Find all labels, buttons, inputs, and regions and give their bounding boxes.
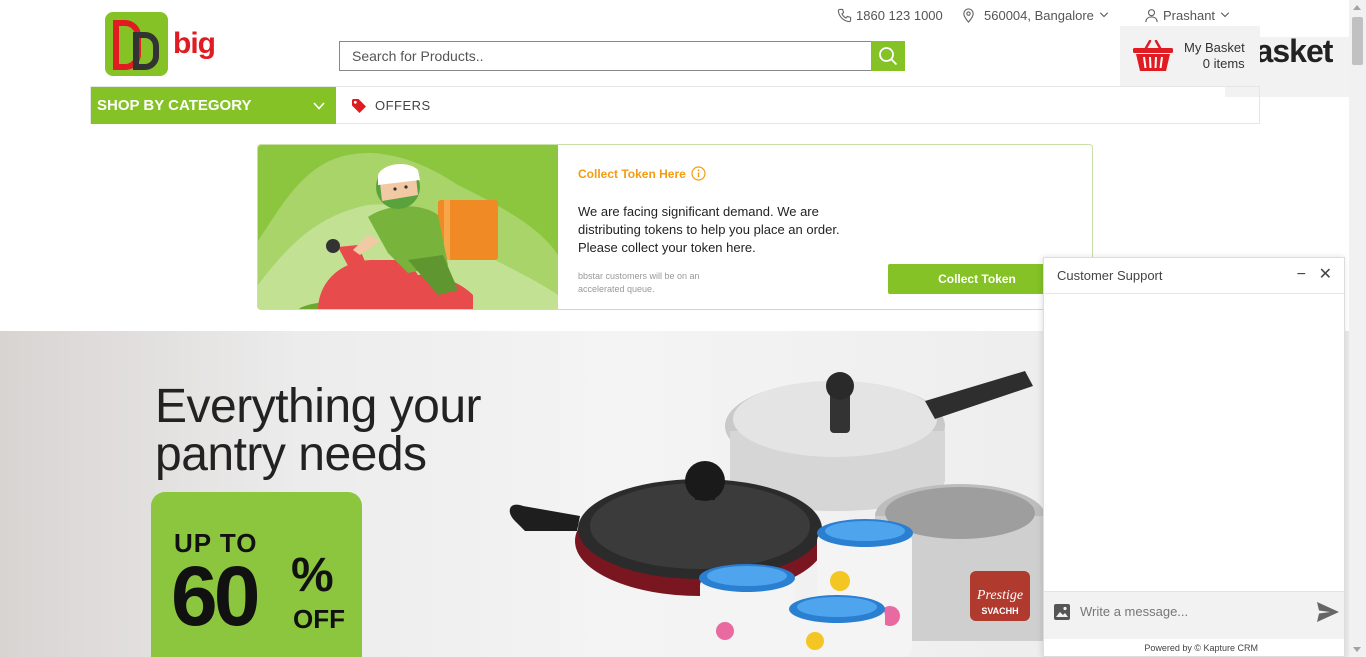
logo-text-big: big [173, 27, 216, 60]
customer-support-chat: Customer Support − ✕ Powered by © Kaptur… [1043, 257, 1345, 657]
shop-by-category-label: SHOP BY CATEGORY [97, 97, 252, 114]
collect-token-button[interactable]: Collect Token [888, 264, 1066, 294]
location-selector[interactable]: 560004, Bangalore [961, 6, 1110, 24]
offers-link[interactable]: OFFERS [351, 87, 431, 124]
token-note: bbstar customers will be on an accelerat… [578, 271, 700, 294]
tag-icon [352, 98, 366, 113]
page: big basket 1860 123 1000 560004, Bangalo… [0, 0, 1366, 657]
discount-badge: UP TO 60 % OFF [151, 492, 362, 657]
user-menu[interactable]: Prashant [1144, 6, 1231, 24]
offers-label: OFFERS [375, 98, 431, 113]
logo-text: big basket [173, 27, 1365, 97]
scroll-down-arrow[interactable] [1353, 647, 1361, 652]
image-attach-icon[interactable] [1053, 603, 1071, 621]
search-button[interactable] [871, 41, 905, 71]
token-banner: Collect Token Here We are facing signifi… [257, 144, 1093, 310]
chat-title: Customer Support [1057, 268, 1163, 283]
basket-count: 0 items [1202, 56, 1245, 71]
search-icon [879, 47, 898, 66]
scroll-up-arrow[interactable] [1353, 5, 1361, 10]
basket-title: My Basket [1184, 40, 1245, 55]
basket-summary: My Basket 0 items [1184, 40, 1245, 72]
category-navbar: SHOP BY CATEGORY OFFERS [90, 86, 1260, 124]
hero-title-line-1: Everything your [155, 380, 482, 433]
page-scrollbar[interactable] [1349, 0, 1366, 657]
token-heading-text: Collect Token Here [578, 166, 686, 181]
chevron-down-icon [313, 102, 325, 110]
discount-value: 60 [171, 549, 260, 643]
cookware-product-image: Prestige SVACHH [509, 371, 1045, 657]
logo-mark [105, 12, 168, 76]
my-basket-button[interactable]: My Basket 0 items [1120, 26, 1260, 86]
user-icon [1145, 8, 1158, 22]
token-heading: Collect Token Here [578, 166, 706, 181]
phone-contact[interactable]: 1860 123 1000 [837, 6, 943, 24]
close-button[interactable]: ✕ [1319, 267, 1332, 283]
location-text: 560004, Bangalore [984, 7, 1094, 23]
search-bar [339, 41, 905, 71]
product-brand: Prestige [976, 588, 1023, 603]
minimize-button[interactable]: − [1297, 267, 1306, 283]
scroll-thumb[interactable] [1352, 17, 1363, 65]
bigbasket-logo[interactable]: big basket [105, 11, 1365, 97]
chat-message-input[interactable] [1080, 600, 1300, 622]
phone-icon [837, 8, 852, 22]
token-message: We are facing significant demand. We are… [578, 204, 840, 255]
chat-header: Customer Support − ✕ [1044, 258, 1344, 294]
discount-off: OFF [293, 604, 345, 634]
search-input[interactable] [339, 41, 871, 71]
send-icon[interactable] [1316, 601, 1340, 623]
delivery-illustration [258, 145, 558, 309]
chat-compose [1044, 591, 1344, 639]
chat-footer: Powered by © Kapture CRM [1144, 643, 1258, 653]
phone-number: 1860 123 1000 [856, 7, 943, 23]
info-icon[interactable] [691, 166, 706, 181]
chevron-down-icon [1220, 12, 1230, 18]
user-name: Prashant [1163, 7, 1216, 23]
location-pin-icon [963, 7, 974, 23]
hero-title-line-2: pantry needs [155, 428, 427, 481]
basket-icon [1133, 40, 1173, 71]
chevron-down-icon [1099, 12, 1108, 18]
product-name: SVACHH [981, 606, 1018, 616]
token-content: Collect Token Here We are facing signifi… [578, 145, 1092, 309]
discount-percent-sign: % [291, 549, 334, 602]
hero-title: Everything your pantry needs [155, 380, 482, 481]
shop-by-category-dropdown[interactable]: SHOP BY CATEGORY [91, 87, 336, 124]
